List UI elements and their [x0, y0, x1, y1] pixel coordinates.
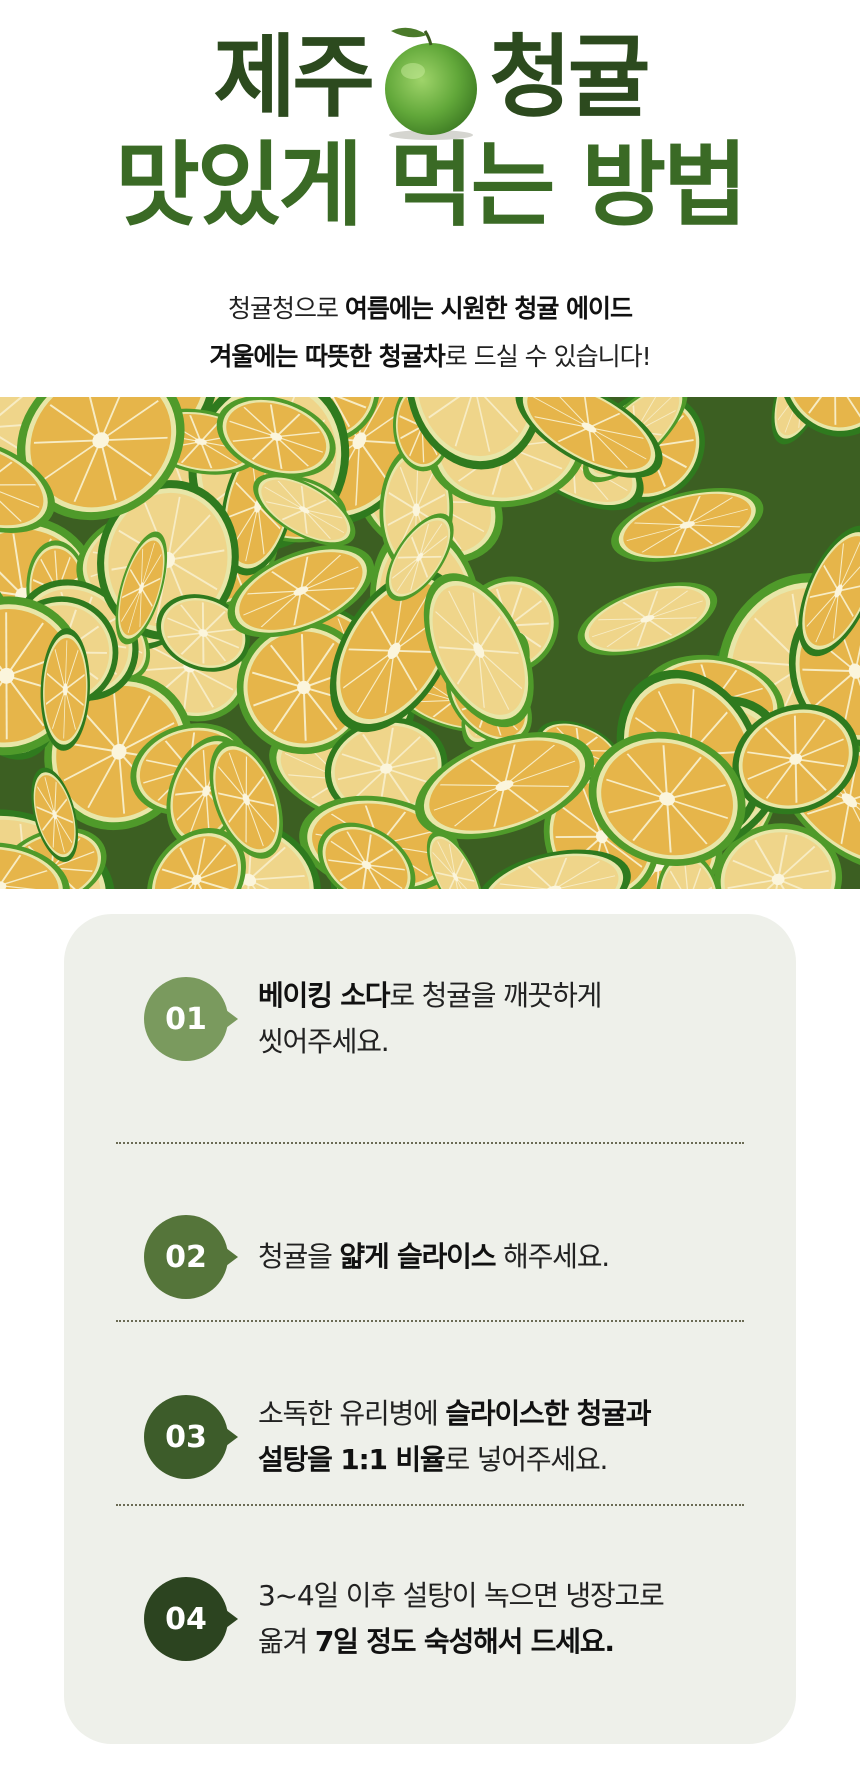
- green-tangerine-icon: [379, 23, 483, 140]
- divider-1: [116, 1142, 744, 1144]
- steps-card: 01 베이킹 소다로 청귤을 깨끗하게 씻어주세요. 02 청귤을 얇게 슬라이…: [64, 914, 796, 1744]
- step-1: 01 베이킹 소다로 청귤을 깨끗하게 씻어주세요.: [144, 944, 724, 1094]
- step-2-part-1: 청귤을: [258, 1240, 340, 1273]
- step-2-badge: 02: [144, 1215, 238, 1299]
- step-3-line-2-part-2: 로 넣어주세요.: [444, 1443, 608, 1476]
- page-header: 제주 청귤 맛있게 먹는 방법 청귤청으로 여름에는 시원한 청귤 에이드 겨울…: [0, 0, 860, 395]
- step-4-number: 04: [165, 1601, 207, 1637]
- step-4-line-1: 3~4일 이후 설탕이 녹으면 냉장고로: [258, 1579, 665, 1612]
- step-1-number: 01: [165, 1001, 207, 1037]
- step-3-text: 소독한 유리병에 슬라이스한 청귤과 설탕을 1:1 비율로 넣어주세요.: [258, 1391, 652, 1483]
- step-3-line-1-part-2: 슬라이스한 청귤과: [445, 1397, 651, 1430]
- step-1-line-2: 씻어주세요.: [258, 1025, 390, 1058]
- title-word-cheonggyul: 청귤: [489, 25, 651, 130]
- step-2-part-3: 해주세요.: [495, 1240, 610, 1273]
- step-4-line-2-part-2: 7일 정도 숙성해서 드세요.: [314, 1625, 615, 1658]
- step-2-number: 02: [165, 1239, 207, 1275]
- step-4-line-2-part-1: 옮겨: [258, 1625, 315, 1658]
- subtitle-line-1-part-2: 여름에는 시원한 청귤 에이드: [344, 294, 633, 323]
- step-3-badge: 03: [144, 1395, 238, 1479]
- title-line-2: 맛있게 먹는 방법: [115, 132, 748, 239]
- step-3-number: 03: [165, 1419, 207, 1455]
- step-1-badge: 01: [144, 977, 238, 1061]
- divider-2: [116, 1320, 744, 1322]
- step-3-line-2-part-1: 설탕을 1:1 비율: [258, 1443, 446, 1476]
- green-tangerine-slices-photo: [0, 397, 860, 889]
- step-2-text: 청귤을 얇게 슬라이스 해주세요.: [258, 1234, 610, 1280]
- step-3: 03 소독한 유리병에 슬라이스한 청귤과 설탕을 1:1 비율로 넣어주세요.: [144, 1362, 724, 1512]
- divider-3: [116, 1504, 744, 1506]
- step-1-line-1-rest: 로 청귤을 깨끗하게: [389, 979, 602, 1012]
- subtitle-line-2-part-1: 겨울에는 따뜻한 청귤차: [209, 342, 445, 371]
- step-3-line-1-part-1: 소독한 유리병에: [258, 1397, 446, 1430]
- step-1-line-1-bold: 베이킹 소다: [258, 979, 391, 1012]
- step-1-text: 베이킹 소다로 청귤을 깨끗하게 씻어주세요.: [258, 973, 602, 1065]
- title-line-1: 제주 청귤: [0, 18, 860, 140]
- subtitle-line-1: 청귤청으로 여름에는 시원한 청귤 에이드: [0, 285, 860, 333]
- step-4-badge: 04: [144, 1577, 238, 1661]
- subtitle-line-1-part-1: 청귤청으로: [227, 294, 345, 323]
- title-word-jeju: 제주: [213, 25, 375, 130]
- subtitle-line-2-part-2: 로 드실 수 있습니다!: [444, 342, 652, 371]
- step-2: 02 청귤을 얇게 슬라이스 해주세요.: [144, 1182, 724, 1332]
- subtitle-line-2: 겨울에는 따뜻한 청귤차로 드실 수 있습니다!: [0, 333, 860, 381]
- step-4: 04 3~4일 이후 설탕이 녹으면 냉장고로 옮겨 7일 정도 숙성해서 드세…: [144, 1544, 724, 1694]
- subtitle: 청귤청으로 여름에는 시원한 청귤 에이드 겨울에는 따뜻한 청귤차로 드실 수…: [0, 285, 860, 381]
- step-2-part-2: 얇게 슬라이스: [339, 1240, 496, 1273]
- step-4-text: 3~4일 이후 설탕이 녹으면 냉장고로 옮겨 7일 정도 숙성해서 드세요.: [258, 1573, 665, 1665]
